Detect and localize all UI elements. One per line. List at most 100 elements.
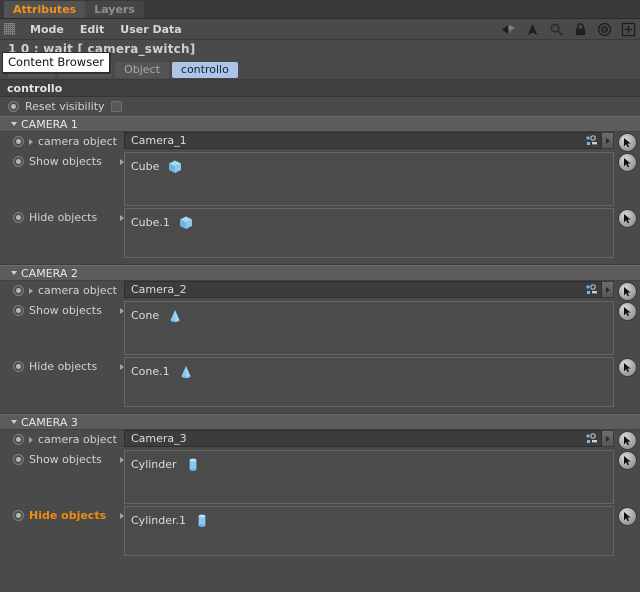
camera-object-row: camera object Camera_1 [0,132,640,152]
list-item[interactable]: Cylinder.1 [131,512,613,529]
hide-objects-pick-col [614,357,640,377]
camera-object-bullet-icon[interactable] [13,434,24,445]
hide-objects-label-group: Hide objects [0,506,124,525]
section-separator [0,407,640,414]
animation-track-icon[interactable] [584,134,598,147]
list-item[interactable]: Cube [131,158,613,175]
expand-arrow-icon[interactable] [29,138,33,145]
camera-object-bullet-icon[interactable] [13,285,24,296]
cursor-arrow-icon [623,158,631,168]
section-title: CAMERA 1 [21,117,78,131]
hide-objects-bullet-icon[interactable] [13,361,24,372]
camera-object-pick-col [614,281,640,301]
camera-object-field[interactable]: Camera_2 [124,281,602,298]
list-item-label: Cube.1 [131,216,170,229]
back-arrow-icon[interactable] [501,22,516,37]
reset-visibility-checkbox[interactable] [110,101,122,112]
group-title: controllo [0,80,640,97]
hide-objects-list[interactable]: Cylinder.1 [124,506,614,556]
add-box-icon[interactable] [621,22,636,37]
hide-objects-list[interactable]: Cube.1 [124,208,614,258]
section-header-camera-2[interactable]: CAMERA 2 [0,265,640,281]
section-separator [0,258,640,265]
tab-attributes[interactable]: Attributes [4,1,86,18]
cube-icon [179,216,192,229]
hide-objects-label-group: Hide objects [0,357,124,376]
list-item[interactable]: Cube.1 [131,214,613,231]
subtab-controllo[interactable]: controllo [171,61,238,78]
hide-objects-row: Hide objects Cube.1 [0,208,640,258]
show-objects-list[interactable]: Cone [124,301,614,355]
reset-visibility-bullet-icon[interactable] [8,101,19,112]
hide-objects-row: Hide objects Cylinder.1 [0,506,640,556]
pick-object-button[interactable] [617,153,637,172]
camera-object-value: Camera_1 [131,134,187,147]
menu-edit[interactable]: Edit [72,23,112,36]
show-objects-bullet-icon[interactable] [13,454,24,465]
menu-mode[interactable]: Mode [22,23,72,36]
tab-layers[interactable]: Layers [85,1,144,18]
show-objects-label: Show objects [29,304,102,317]
list-item[interactable]: Cone.1 [131,363,613,380]
up-arrow-icon[interactable] [525,22,540,37]
hide-objects-bullet-icon[interactable] [13,510,24,521]
list-item[interactable]: Cone [131,307,613,324]
attributes-manager-window: Attributes Layers Mode Edit User Data 1 … [0,0,640,592]
expand-arrow-icon[interactable] [29,287,33,294]
animation-track-icon[interactable] [584,432,598,445]
hide-objects-label: Hide objects [29,211,98,224]
subtab-object[interactable]: Object [115,61,169,78]
pick-object-button[interactable] [617,358,637,377]
cursor-arrow-icon [623,214,631,224]
show-objects-label: Show objects [29,155,102,168]
show-objects-list[interactable]: Cylinder [124,450,614,504]
section-header-camera-1[interactable]: CAMERA 1 [0,116,640,132]
expand-arrow-icon[interactable] [29,436,33,443]
camera-object-field[interactable]: Camera_3 [124,430,602,447]
section-header-camera-3[interactable]: CAMERA 3 [0,414,640,430]
target-icon[interactable] [597,22,612,37]
show-objects-list[interactable]: Cube [124,152,614,206]
list-item-label: Cylinder [131,458,177,471]
cursor-arrow-icon [623,436,631,446]
hide-objects-pick-col [614,506,640,526]
show-objects-pick-col [614,301,640,321]
menu-user-data[interactable]: User Data [112,23,189,36]
camera-object-bullet-icon[interactable] [13,136,24,147]
hide-objects-label: Hide objects [29,360,98,373]
pick-object-button[interactable] [617,507,637,526]
hide-objects-list[interactable]: Cone.1 [124,357,614,407]
animation-track-icon[interactable] [584,283,598,296]
drag-grip-icon[interactable] [4,23,15,35]
camera-object-label: camera object [38,284,117,297]
list-item-label: Cone [131,309,160,322]
pick-object-button[interactable] [617,282,637,301]
list-item[interactable]: Cylinder [131,456,613,473]
collapse-chevron-down-icon[interactable] [11,122,17,126]
camera-object-dropdown-button[interactable] [602,132,614,149]
camera-object-field[interactable]: Camera_1 [124,132,602,149]
cursor-arrow-icon [623,287,631,297]
camera-object-dropdown-button[interactable] [602,281,614,298]
cone-icon [181,365,191,378]
pick-object-button[interactable] [617,431,637,450]
show-objects-bullet-icon[interactable] [13,156,24,167]
camera-object-row: camera object Camera_2 [0,281,640,301]
camera-object-label-group: camera object [0,132,124,151]
search-icon[interactable] [549,22,564,37]
hide-objects-bullet-icon[interactable] [13,212,24,223]
pick-object-button[interactable] [617,209,637,228]
list-item-label: Cube [131,160,160,173]
collapse-chevron-down-icon[interactable] [11,271,17,275]
pick-object-button[interactable] [617,451,637,470]
collapse-chevron-down-icon[interactable] [11,420,17,424]
camera-object-value: Camera_3 [131,432,187,445]
pick-object-button[interactable] [617,133,637,152]
pick-object-button[interactable] [617,302,637,321]
cursor-arrow-icon [623,138,631,148]
camera-object-dropdown-button[interactable] [602,430,614,447]
show-objects-bullet-icon[interactable] [13,305,24,316]
attributes-content: controllo Reset visibility CAMERA 1 came… [0,80,640,556]
show-objects-pick-col [614,152,640,172]
lock-icon[interactable] [573,22,588,37]
